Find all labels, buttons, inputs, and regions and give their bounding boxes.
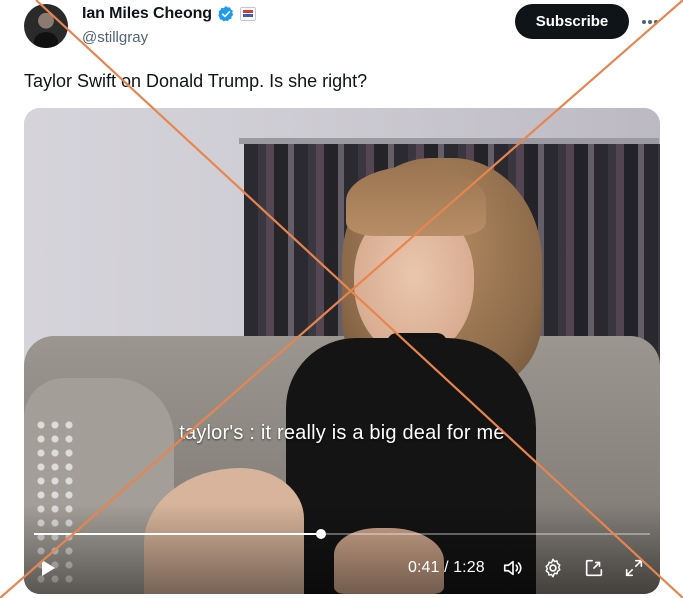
picture-in-picture-icon[interactable] — [582, 556, 606, 580]
video-progress-handle[interactable] — [316, 529, 327, 539]
author-display-name[interactable]: Ian Miles Cheong — [82, 5, 212, 23]
fullscreen-icon[interactable] — [622, 556, 646, 580]
tweet-header: Ian Miles Cheong @stillgray Subscribe — [0, 0, 683, 60]
tweet-text: Taylor Swift on Donald Trump. Is she rig… — [24, 71, 368, 91]
fullscreen-glyph — [625, 559, 643, 577]
person-bangs — [346, 166, 486, 236]
author-handle[interactable]: @stillgray — [82, 29, 148, 46]
play-icon[interactable] — [36, 556, 60, 580]
video-progress-bar[interactable] — [34, 529, 650, 539]
video-progress-fill — [34, 533, 322, 535]
volume-glyph — [503, 560, 522, 576]
video-player[interactable]: taylor's : it really is a big deal for m… — [24, 108, 660, 594]
more-dots-glyph — [642, 20, 658, 24]
settings-gear-icon[interactable] — [541, 556, 565, 580]
video-time: 0:41 / 1:28 — [408, 559, 485, 576]
video-controls: 0:41 / 1:28 — [24, 553, 660, 583]
play-glyph — [42, 560, 55, 576]
avatar[interactable] — [24, 4, 68, 48]
author-name-row: Ian Miles Cheong — [82, 5, 256, 23]
settings-glyph — [545, 558, 561, 578]
video-caption: taylor's : it really is a big deal for m… — [179, 422, 505, 444]
pip-glyph — [585, 559, 603, 577]
affiliation-flag-icon[interactable] — [239, 7, 256, 21]
subscribe-button[interactable]: Subscribe — [515, 4, 629, 39]
more-options-icon[interactable] — [638, 10, 662, 34]
verified-badge-icon — [218, 6, 234, 22]
volume-icon[interactable] — [501, 556, 525, 580]
